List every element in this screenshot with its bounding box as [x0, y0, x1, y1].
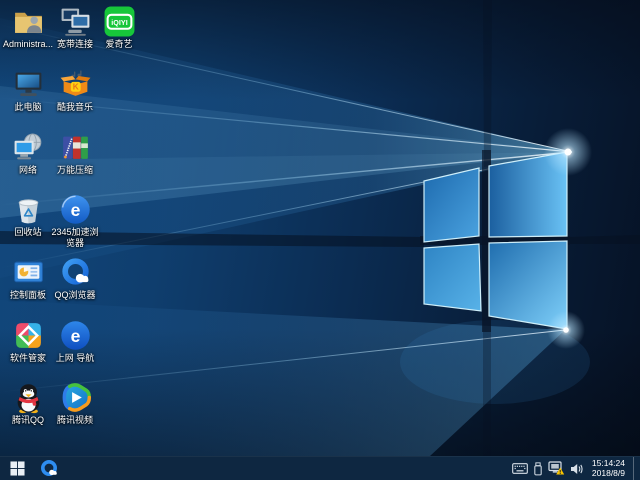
screen: Administra... 宽带连接 iQIYI 爱奇艺 此电脑 K 酷我音乐 … — [0, 0, 640, 480]
user-folder-icon — [12, 5, 45, 38]
icon-label: 回收站 — [14, 227, 42, 237]
icon-label: 腾讯QQ — [11, 415, 44, 425]
desktop-icon-recycle-bin[interactable]: 回收站 — [1, 193, 55, 238]
system-tray: 15:14:24 2018/8/9 — [512, 456, 640, 480]
desktop-icon-software-manager[interactable]: 软件管家 — [1, 319, 55, 364]
network-status-icon[interactable] — [548, 461, 565, 476]
network-icon — [12, 131, 45, 164]
this-pc-icon — [12, 68, 45, 101]
icon-label: 爱奇艺 — [105, 39, 133, 49]
qq-browser-icon — [39, 459, 59, 479]
desktop-icon-network[interactable]: 网络 — [1, 131, 55, 176]
svg-text:e: e — [70, 326, 80, 346]
web-navigation-icon: e — [59, 319, 92, 352]
svg-text:K: K — [72, 83, 78, 92]
svg-text:iQIYI: iQIYI — [111, 18, 127, 27]
icon-label: 万能压缩 — [56, 165, 93, 175]
taskbar: 15:14:24 2018/8/9 — [0, 456, 640, 480]
taskbar-clock[interactable]: 15:14:24 2018/8/9 — [589, 458, 628, 478]
iqiyi-icon: iQIYI — [103, 5, 136, 38]
qq-browser-icon — [59, 256, 92, 289]
2345-browser-icon: e — [59, 193, 92, 226]
desktop-icon-administrator-folder[interactable]: Administra... — [1, 5, 55, 50]
volume-icon[interactable] — [570, 463, 584, 475]
icon-label: 宽带连接 — [56, 39, 93, 49]
start-button[interactable] — [0, 457, 34, 480]
icon-label: 腾讯视频 — [56, 415, 93, 425]
broadband-monitors-icon — [59, 5, 92, 38]
desktop-wallpaper[interactable]: Administra... 宽带连接 iQIYI 爱奇艺 此电脑 K 酷我音乐 … — [0, 0, 640, 456]
icon-label: 控制面板 — [9, 290, 46, 300]
desktop-icon-this-pc[interactable]: 此电脑 — [1, 68, 55, 113]
icon-label: 软件管家 — [9, 353, 46, 363]
zip-books-icon — [59, 131, 92, 164]
icon-label: 上网 导航 — [55, 353, 95, 363]
qq-penguin-icon — [12, 381, 45, 414]
icon-label: 2345加速浏览器 — [51, 227, 99, 248]
desktop-icon-iqiyi[interactable]: iQIYI 爱奇艺 — [92, 5, 146, 50]
icon-label: QQ浏览器 — [54, 290, 96, 300]
icon-label: Administra... — [2, 39, 53, 49]
usb-device-icon[interactable] — [533, 461, 543, 476]
recycle-bin-icon — [12, 193, 45, 226]
taskbar-qq-browser-button[interactable] — [34, 457, 64, 480]
clock-date: 2018/8/9 — [591, 467, 625, 478]
touch-keyboard-icon[interactable] — [512, 463, 528, 474]
desktop-icon-tencent-qq[interactable]: 腾讯QQ — [1, 381, 55, 426]
windows-logo-icon — [9, 461, 25, 476]
desktop-icon-kuwo-music[interactable]: K 酷我音乐 — [48, 68, 102, 113]
kuwo-music-icon: K — [59, 68, 92, 101]
control-panel-icon — [12, 256, 45, 289]
desktop-icon-web-navigation[interactable]: e 上网 导航 — [48, 319, 102, 364]
desktop-icon-qq-browser[interactable]: QQ浏览器 — [48, 256, 102, 301]
svg-text:e: e — [70, 200, 80, 220]
software-manager-icon — [12, 319, 45, 352]
icon-label: 酷我音乐 — [56, 102, 93, 112]
desktop-icon-2345-browser[interactable]: e 2345加速浏览器 — [48, 193, 102, 248]
tencent-video-icon — [59, 381, 92, 414]
desktop-icon-tencent-video[interactable]: 腾讯视频 — [48, 381, 102, 426]
desktop-icon-control-panel[interactable]: 控制面板 — [1, 256, 55, 301]
desktop-icon-wanneng-zip[interactable]: 万能压缩 — [48, 131, 102, 176]
icon-label: 此电脑 — [14, 102, 42, 112]
icon-label: 网络 — [18, 165, 37, 175]
show-desktop-button[interactable] — [633, 456, 639, 480]
